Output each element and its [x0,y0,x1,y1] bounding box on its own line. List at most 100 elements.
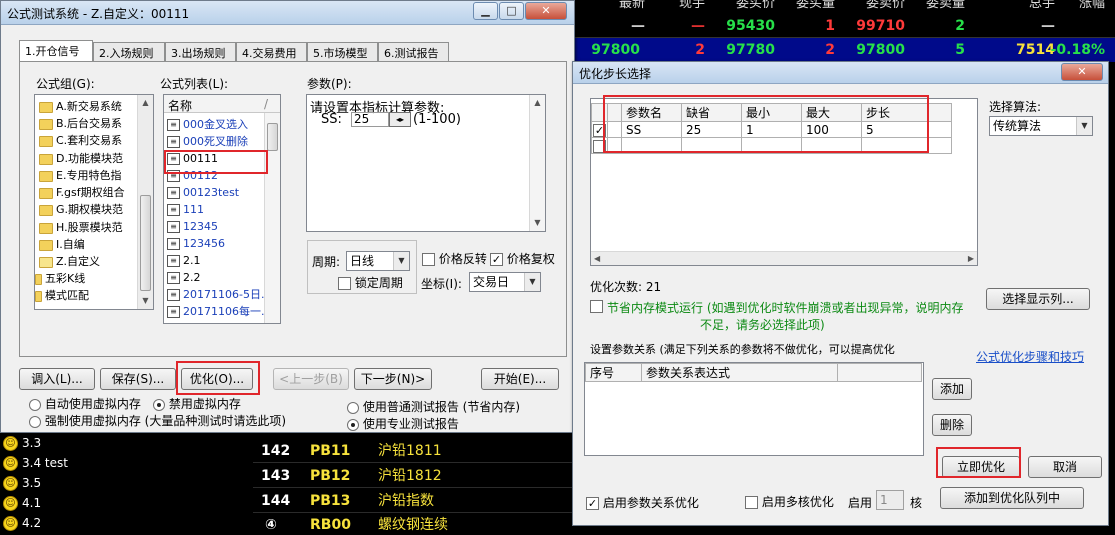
price-restore-checkbox[interactable]: ✓ 价格复权 [490,250,555,267]
list-item[interactable]: ≡ 2.1 [167,253,201,269]
tree-item[interactable]: F.gsf期权组合 [39,184,125,201]
price-reverse-checkbox[interactable]: 价格反转 [422,250,487,267]
tree-item[interactable]: B.后台交易系 [39,115,122,132]
row-checkbox[interactable]: ✓ [591,121,608,138]
cell-empty[interactable] [621,137,682,154]
quote-row[interactable]: 142 PB11 沪铅1811 [253,439,583,463]
close-button[interactable]: ✕ [1061,63,1103,81]
header-default[interactable]: 缺省 [681,103,742,122]
tree-item[interactable]: G.期权模块范 [39,201,123,218]
params-scrollbar[interactable]: ▲ ▼ [529,95,545,231]
cell-empty[interactable] [681,137,742,154]
relation-table[interactable]: 序号 参数关系表达式 [584,362,924,456]
header-no[interactable]: 序号 [585,363,642,382]
cell-min[interactable]: 1 [741,121,802,138]
cell-default[interactable]: 25 [681,121,742,138]
formula-list-scrollbar[interactable] [264,113,280,323]
group-tree[interactable]: A.新交易系统 B.后台交易系 C.套利交易系 D.功能模块范 E.专用特色指 … [34,94,154,310]
scroll-up-arrow[interactable]: ▲ [530,95,545,111]
mem-mode-checkbox[interactable] [590,299,603,313]
optimize-now-button[interactable]: 立即优化 [942,456,1020,478]
title-bar[interactable]: 优化步长选择 ✕ [573,62,1108,84]
list-item[interactable]: ≡ 00123test [167,185,239,201]
market-row-2[interactable]: 97800 2 97780 2 97800 5 7514 -0.18% [575,38,1115,62]
delete-relation-button[interactable]: 删除 [932,414,972,436]
optimize-button[interactable]: 优化(O)... [181,368,253,390]
cell-name[interactable]: SS [621,121,682,138]
list-item[interactable]: ☺ 4.1 [3,493,41,513]
market-row-1[interactable]: — — 95430 1 99710 2 — [575,14,1115,38]
enable-multicore-checkbox[interactable]: 启用多核优化 [745,493,834,510]
cancel-button[interactable]: 取消 [1028,456,1102,478]
start-button[interactable]: 开始(E)... [481,368,559,390]
maximize-button[interactable]: □ [499,2,524,20]
cell-max[interactable]: 100 [801,121,862,138]
mem-auto-radio[interactable]: 自动使用虚拟内存 [29,395,141,412]
coord-select[interactable]: 交易日 ▼ [469,272,541,292]
formula-list[interactable]: 名称 / ≡ 000金叉选入 ≡ 000死叉删除 ≡ 00111 ≡ 00112 ≡ 00… [163,94,281,324]
scroll-right-arrow[interactable]: ▶ [968,252,974,266]
list-item[interactable]: ≡ 20171106-5日... [167,287,271,303]
tips-link[interactable]: 公式优化步骤和技巧 [976,348,1084,365]
title-bar[interactable]: 公式测试系统 - Z.自定义：00111 ▁ □ ✕ [1,1,574,25]
list-header[interactable]: 名称 / [164,95,280,113]
tree-item[interactable]: 模式匹配 [35,287,89,304]
select-columns-button[interactable]: 选择显示列... [986,288,1090,310]
period-select[interactable]: 日线 ▼ [346,251,410,271]
tree-item[interactable]: C.套利交易系 [39,132,122,149]
header-min[interactable]: 最小 [741,103,802,122]
save-button[interactable]: 保存(S)... [100,368,176,390]
list-item[interactable]: ☺ 3.3 [3,433,41,453]
lock-period-checkbox[interactable]: 锁定周期 [338,274,403,291]
params-area[interactable]: 请设置本指标计算参数: SS: 25 ◂▸ (1-100) ▲ ▼ [306,94,546,232]
scroll-up-arrow[interactable]: ▲ [138,95,153,111]
cell-empty[interactable] [861,137,952,154]
report-pro-radio[interactable]: 使用专业测试报告 [347,415,459,432]
tab-trade-fees[interactable]: 4.交易费用 [236,42,307,62]
param-table-hscroll[interactable]: ◀ ▶ [591,251,977,265]
list-item[interactable]: ≡ 12345 [167,219,218,235]
algo-select[interactable]: 传统算法 ▼ [989,116,1093,136]
add-to-queue-button[interactable]: 添加到优化队列中 [940,487,1084,509]
param-value-input[interactable]: 25 [351,112,389,127]
tab-exit-rules[interactable]: 3.出场规则 [165,42,236,62]
scroll-down-arrow[interactable]: ▼ [138,293,153,309]
row-checkbox[interactable] [591,137,608,154]
scroll-thumb[interactable] [267,123,278,151]
tab-test-report[interactable]: 6.测试报告 [378,42,449,62]
tree-item[interactable]: H.股票模块范 [39,219,123,236]
list-item[interactable]: ≡ 20171106每一... [167,304,271,320]
table-row-empty[interactable] [591,137,952,154]
list-item[interactable]: ≡ 000金叉选入 [167,117,248,133]
close-button[interactable]: ✕ [525,2,567,20]
report-normal-radio[interactable]: 使用普通测试报告 (节省内存) [347,398,520,415]
tree-item[interactable]: D.功能模块范 [39,150,123,167]
next-step-button[interactable]: 下一步(N)> [354,368,432,390]
list-item[interactable]: ≡ 2.2 [167,270,201,286]
list-item[interactable]: ≡ 000死叉删除 [167,134,248,150]
list-item[interactable]: ☺ 4.2 [3,513,41,533]
tree-item[interactable]: I.自编 [39,236,85,253]
list-item[interactable]: ☺ 3.4 test [3,453,68,473]
tab-open-signal[interactable]: 1.开仓信号 [19,40,93,63]
quote-row[interactable]: ④ RB00 螺纹钢连续 [253,513,583,535]
tree-item[interactable]: Z.自定义 [39,253,100,270]
quote-row[interactable]: 143 PB12 沪铅1812 [253,464,583,488]
list-item[interactable]: ≡ 111 [167,202,204,218]
cell-step[interactable]: 5 [861,121,952,138]
mem-force-radio[interactable]: 强制使用虚拟内存 (大量品种测试时请选此项) [29,412,286,429]
scroll-thumb[interactable] [140,195,151,291]
cell-empty[interactable] [741,137,802,154]
list-item[interactable]: ≡ 00112 [167,168,218,184]
list-item[interactable]: ☺ 3.5 [3,473,41,493]
tree-item[interactable]: E.专用特色指 [39,167,121,184]
load-button[interactable]: 调入(L)... [19,368,95,390]
header-max[interactable]: 最大 [801,103,862,122]
prev-step-button[interactable]: <上一步(B) [273,368,349,390]
add-relation-button[interactable]: 添加 [932,378,972,400]
scroll-down-arrow[interactable]: ▼ [530,215,545,231]
minimize-button[interactable]: ▁ [473,2,498,20]
list-item-selected[interactable]: ≡ 00111 [167,151,218,167]
quote-row[interactable]: 144 PB13 沪铅指数 [253,489,583,513]
mem-disable-radio[interactable]: 禁用虚拟内存 [153,395,241,412]
